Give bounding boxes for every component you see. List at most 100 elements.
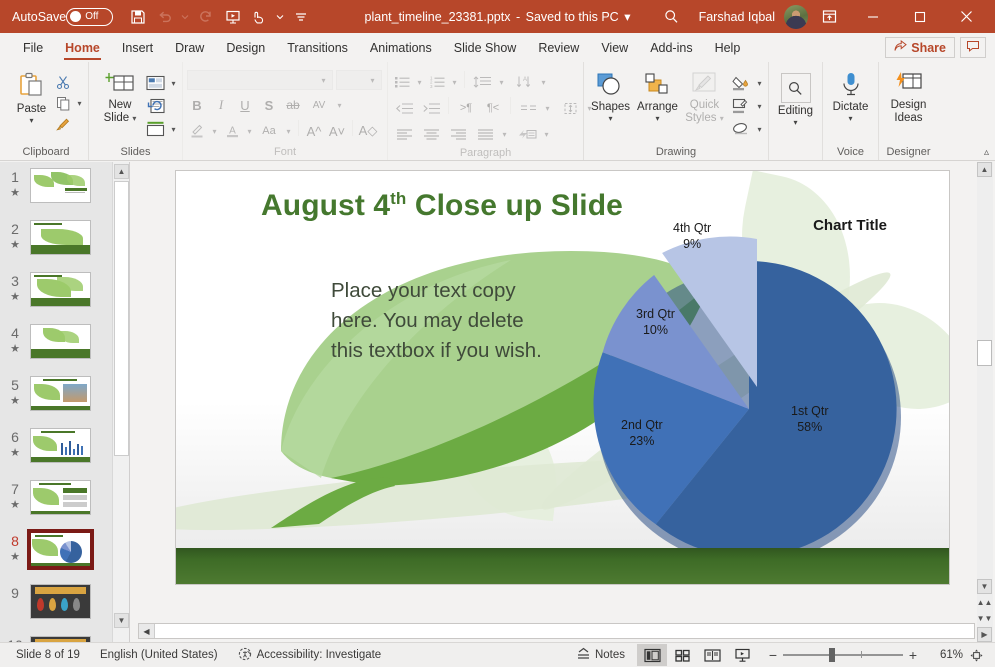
- format-painter-button[interactable]: [53, 114, 84, 134]
- thumbnail-scrollbar[interactable]: ▲ ▼: [112, 162, 129, 642]
- share-button[interactable]: Share: [885, 37, 955, 58]
- list-item[interactable]: 5 ★: [0, 376, 112, 428]
- justify-caret[interactable]: ▾: [500, 130, 509, 139]
- previous-slide-icon[interactable]: ▲▲: [977, 595, 992, 610]
- save-icon[interactable]: [125, 4, 150, 29]
- vertical-scrollbar-thumb[interactable]: [977, 340, 992, 366]
- font-size-caret[interactable]: ▾: [368, 76, 377, 85]
- character-spacing-caret[interactable]: ▾: [335, 101, 344, 110]
- scroll-left-icon[interactable]: ◀: [139, 624, 155, 638]
- convert-to-smartart-caret[interactable]: ▾: [542, 130, 551, 139]
- zoom-slider-handle[interactable]: [829, 648, 835, 662]
- editing-button[interactable]: Editing ▾: [773, 70, 818, 127]
- font-name-caret[interactable]: ▾: [319, 76, 328, 85]
- tab-home[interactable]: Home: [54, 33, 111, 62]
- slide-sorter-icon[interactable]: [667, 644, 697, 666]
- dictate-button[interactable]: Dictate ▾: [827, 68, 874, 123]
- thumbnail-preview-selected[interactable]: [30, 532, 91, 567]
- tab-design[interactable]: Design: [215, 33, 276, 62]
- list-item[interactable]: 4 ★: [0, 324, 112, 376]
- layout-button[interactable]: ▾: [143, 72, 178, 94]
- thumbnail-preview[interactable]: [30, 324, 91, 359]
- zoom-slider[interactable]: − +: [763, 647, 923, 663]
- minimize-icon[interactable]: [850, 0, 895, 33]
- tab-transitions[interactable]: Transitions: [276, 33, 359, 62]
- layout-caret[interactable]: ▾: [169, 79, 178, 88]
- close-icon[interactable]: [944, 0, 989, 33]
- paste-dropdown-caret[interactable]: ▾: [29, 117, 33, 125]
- clear-formatting-button[interactable]: A◇: [358, 121, 378, 141]
- tab-draw[interactable]: Draw: [164, 33, 215, 62]
- list-item[interactable]: 1 ★: [0, 168, 112, 220]
- comment-button[interactable]: [960, 37, 986, 58]
- font-color-icon[interactable]: A: [222, 121, 242, 141]
- bold-button[interactable]: B: [187, 95, 207, 115]
- tab-slide-show[interactable]: Slide Show: [443, 33, 528, 62]
- text-highlight-caret[interactable]: ▾: [210, 127, 219, 136]
- list-item[interactable]: 3 ★: [0, 272, 112, 324]
- tab-animations[interactable]: Animations: [359, 33, 443, 62]
- thumbnail-preview[interactable]: [30, 480, 91, 515]
- scroll-up-icon[interactable]: ▲: [977, 162, 992, 177]
- list-item[interactable]: 8 ★: [0, 532, 112, 584]
- font-name-input[interactable]: ▾: [187, 70, 333, 90]
- thumbnail-preview[interactable]: [30, 220, 91, 255]
- customize-qat-icon[interactable]: [288, 4, 313, 29]
- thumbnail-preview[interactable]: [30, 272, 91, 307]
- columns-caret[interactable]: ▾: [543, 104, 552, 113]
- copy-dropdown-caret[interactable]: ▾: [75, 99, 84, 108]
- increase-font-size-button[interactable]: A^: [304, 121, 324, 141]
- zoom-out-button[interactable]: −: [763, 647, 783, 663]
- autosave-toggle[interactable]: Off: [66, 8, 113, 26]
- fit-to-window-icon[interactable]: [963, 648, 989, 663]
- shape-fill-caret[interactable]: ▾: [755, 79, 764, 88]
- copy-button[interactable]: ▾: [53, 93, 84, 113]
- saved-state-caret[interactable]: ▾: [624, 10, 630, 24]
- next-slide-icon[interactable]: ▼▼: [977, 611, 992, 626]
- zoom-in-button[interactable]: +: [903, 647, 923, 663]
- editing-caret[interactable]: ▾: [793, 119, 797, 127]
- slide-canvas[interactable]: August 4th Close up Slide Place your tex…: [175, 170, 950, 585]
- list-item[interactable]: 9: [0, 584, 112, 636]
- cut-button[interactable]: [53, 72, 84, 92]
- tab-insert[interactable]: Insert: [111, 33, 164, 62]
- list-item[interactable]: 7 ★: [0, 480, 112, 532]
- italic-button[interactable]: I: [211, 95, 231, 115]
- tab-help[interactable]: Help: [704, 33, 752, 62]
- slide-indicator[interactable]: Slide 8 of 19: [6, 644, 90, 666]
- search-icon[interactable]: [657, 4, 687, 30]
- slideshow-icon[interactable]: [727, 644, 757, 666]
- slide-title[interactable]: August 4th Close up Slide: [261, 189, 623, 223]
- convert-to-smartart-button[interactable]: [515, 123, 539, 145]
- align-right-button[interactable]: [446, 123, 470, 145]
- decrease-indent-button[interactable]: [392, 97, 416, 119]
- align-center-button[interactable]: [419, 123, 443, 145]
- start-presentation-icon[interactable]: [220, 4, 245, 29]
- tab-add-ins[interactable]: Add-ins: [639, 33, 703, 62]
- arrange-caret[interactable]: ▾: [655, 115, 659, 123]
- shapes-caret[interactable]: ▾: [609, 115, 613, 123]
- undo-icon[interactable]: [152, 4, 177, 29]
- shape-outline-caret[interactable]: ▾: [755, 102, 764, 111]
- shape-fill-button[interactable]: ▾: [729, 72, 764, 94]
- quick-styles-caret[interactable]: ▾: [720, 114, 724, 123]
- font-color-caret[interactable]: ▾: [245, 127, 254, 136]
- reset-button[interactable]: [143, 95, 178, 117]
- scroll-down-icon[interactable]: ▼: [114, 613, 129, 628]
- undo-dropdown-caret[interactable]: [179, 4, 191, 29]
- thumbnail-preview[interactable]: [30, 584, 91, 619]
- thumbnail-preview[interactable]: [30, 376, 91, 411]
- decrease-font-size-button[interactable]: A˅: [327, 121, 347, 141]
- section-button[interactable]: ▾: [143, 118, 178, 140]
- user-name[interactable]: Farshad Iqbal: [699, 10, 775, 24]
- tab-view[interactable]: View: [590, 33, 639, 62]
- new-slide-button[interactable]: New Slide ▾: [97, 68, 143, 125]
- dictate-caret[interactable]: ▾: [848, 115, 852, 123]
- list-item[interactable]: 6 ★: [0, 428, 112, 480]
- horizontal-scrollbar[interactable]: ◀: [138, 623, 975, 639]
- bullets-caret[interactable]: ▾: [415, 78, 424, 87]
- tab-review[interactable]: Review: [527, 33, 590, 62]
- touch-mode-caret[interactable]: [274, 4, 286, 29]
- slide-body-textbox[interactable]: Place your text copy here. You may delet…: [331, 276, 546, 366]
- line-spacing-caret[interactable]: ▾: [497, 78, 506, 87]
